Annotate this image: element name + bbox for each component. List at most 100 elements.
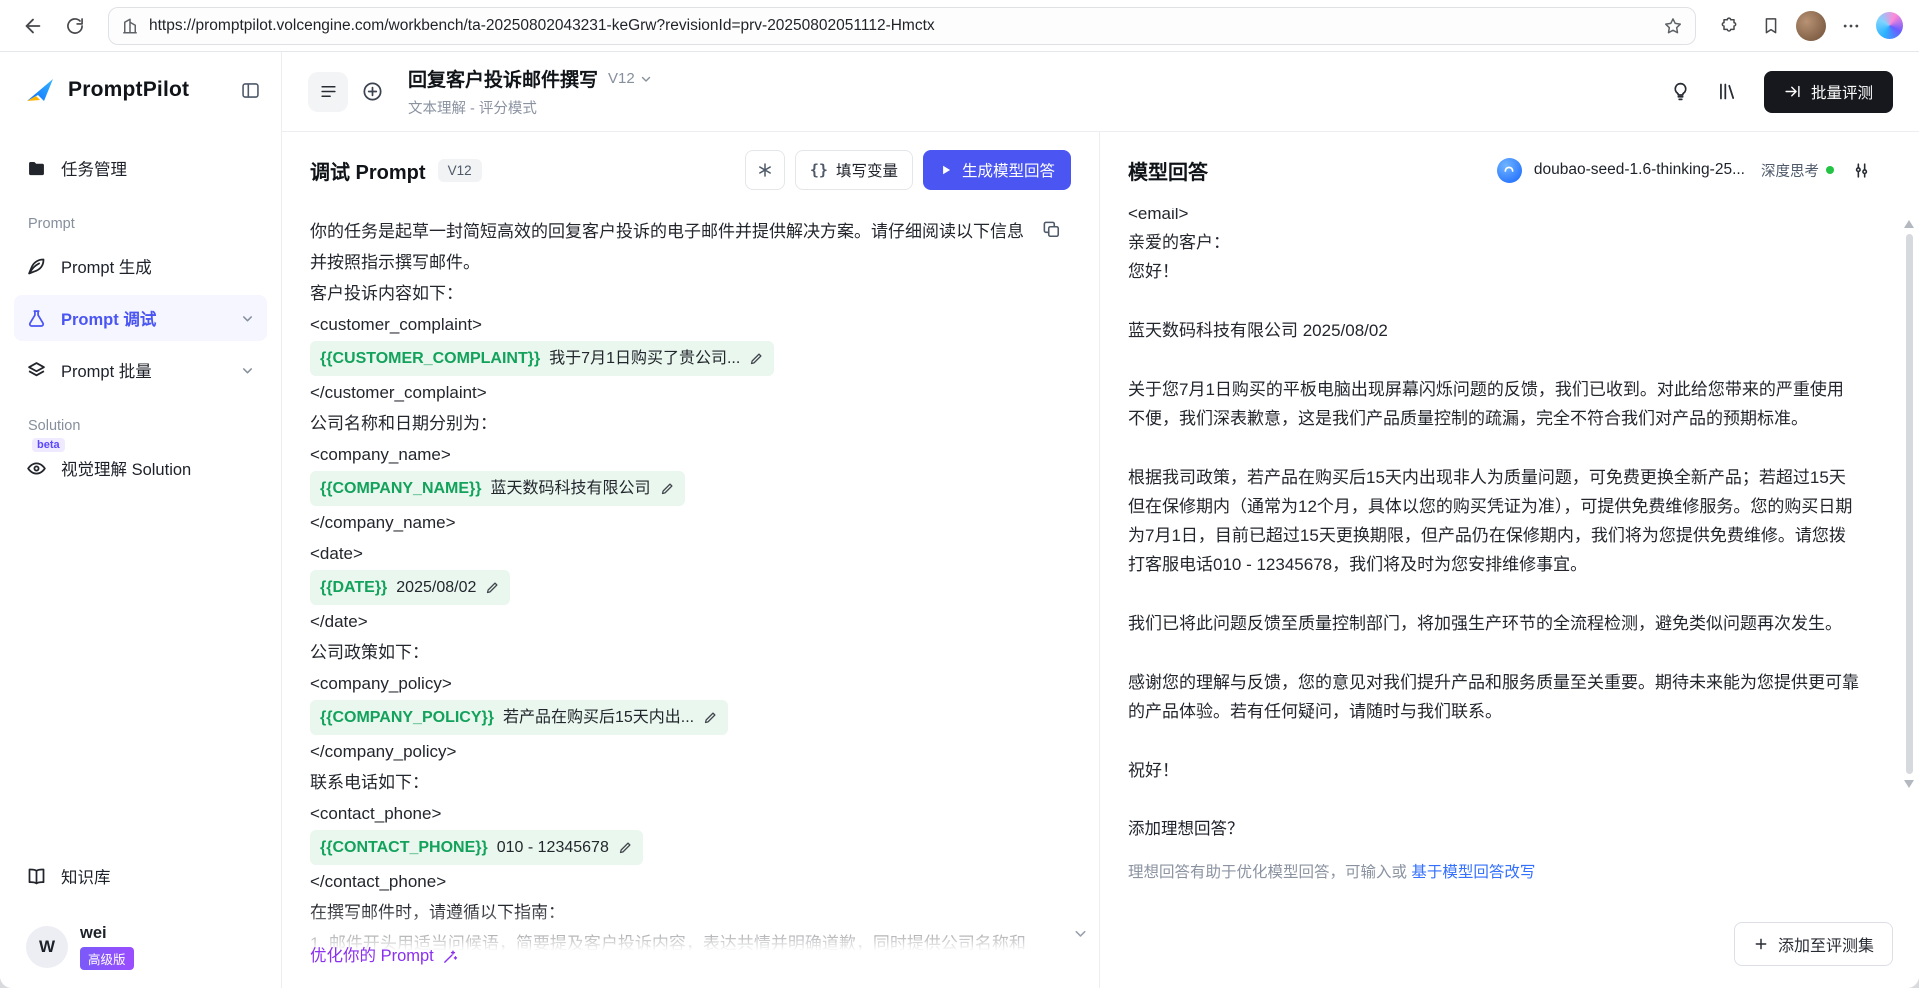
variable-value: 我于7月1日购买了贵公司... <box>549 343 740 374</box>
model-answer-text: <email>亲爱的客户：您好！ 蓝天数码科技有限公司 2025/08/02 关于您… <box>1128 208 1859 785</box>
sidebar-item-label: Prompt 调试 <box>61 306 156 330</box>
main-area: 回复客户投诉邮件撰写 V12 文本理解 - 评分模式 <box>282 52 1919 988</box>
mode-subtitle: 文本理解 - 评分模式 <box>408 97 653 118</box>
book-icon <box>26 866 47 887</box>
prompt-line: <company_name> <box>310 439 1029 470</box>
variable-name: {{COMPANY_NAME}} <box>320 473 482 504</box>
batch-eval-button[interactable]: 批量评测 <box>1764 71 1893 113</box>
version-selector[interactable]: V12 <box>608 70 653 87</box>
generate-answer-button[interactable]: 生成模型回答 <box>923 150 1071 190</box>
browser-window: https://promptpilot.volcengine.com/workb… <box>0 0 1919 988</box>
address-bar[interactable]: https://promptpilot.volcengine.com/workb… <box>108 7 1696 45</box>
model-answer-panel: 模型回答 doubao-seed-1.6-thinking-25... 深度思考 <box>1100 132 1919 988</box>
sidebar-item-prompt-debug[interactable]: Prompt 调试 <box>14 295 267 341</box>
prompt-line: </customer_complaint> <box>310 377 1029 408</box>
browser-toolbar: https://promptpilot.volcengine.com/workb… <box>0 0 1919 52</box>
ai-polish-button[interactable] <box>745 150 785 190</box>
answer-panel-header: 模型回答 doubao-seed-1.6-thinking-25... 深度思考 <box>1100 132 1919 208</box>
chevron-down-icon[interactable] <box>240 311 255 326</box>
browser-extension-icon[interactable] <box>1712 9 1746 43</box>
variable-name: {{DATE}} <box>320 572 387 603</box>
fill-variables-button[interactable]: {} 填写变量 <box>795 150 913 190</box>
site-info-icon[interactable] <box>121 17 139 35</box>
optimize-prompt-link[interactable]: 优化你的 Prompt <box>310 941 459 972</box>
sidebar-item-knowledge-base[interactable]: 知识库 <box>14 853 267 899</box>
variable-chip[interactable]: {{COMPANY_POLICY}}若产品在购买后15天内出... <box>310 700 728 735</box>
prompt-line: </company_policy> <box>310 736 1029 767</box>
sidebar-item-label: 任务管理 <box>61 156 127 180</box>
new-task-button[interactable] <box>352 72 392 112</box>
variable-chip[interactable]: {{CONTACT_PHONE}}010 - 12345678 <box>310 830 643 865</box>
prompt-editor[interactable]: 你的任务是起草一封简短高效的回复客户投诉的电子邮件并提供解决方案。请仔细阅读以下… <box>282 208 1099 988</box>
sidebar-item-vision-solution[interactable]: beta 视觉理解 Solution <box>14 445 267 491</box>
ideal-answer-hint: 理想回答有助于优化模型回答，可输入或 基于模型回答改写 <box>1128 858 1859 887</box>
prompt-line: </contact_phone> <box>310 866 1029 897</box>
scroll-down-icon[interactable] <box>1072 925 1089 942</box>
copilot-icon[interactable] <box>1876 12 1903 39</box>
scrollbar-thumb[interactable] <box>1906 234 1913 774</box>
quill-icon <box>26 256 47 277</box>
fill-variables-label: 填写变量 <box>836 159 898 181</box>
answer-scrollbar[interactable] <box>1902 220 1916 920</box>
copy-prompt-icon[interactable] <box>1042 220 1061 239</box>
sidebar: PromptPilot 任务管理 Prompt Prompt 生成 <box>0 52 282 988</box>
answer-paragraph: <email>亲爱的客户：您好！ <box>1128 208 1859 286</box>
prompt-version-badge: V12 <box>438 159 482 182</box>
browser-profile-avatar[interactable] <box>1796 11 1826 41</box>
rewrite-from-answer-link[interactable]: 基于模型回答改写 <box>1411 864 1535 881</box>
model-name[interactable]: doubao-seed-1.6-thinking-25... <box>1534 161 1745 179</box>
layers-icon <box>26 360 47 381</box>
prompt-line: </company_name> <box>310 507 1029 538</box>
menu-hamburger-button[interactable] <box>308 72 348 112</box>
ideal-answer-title: 添加理想回答？ <box>1128 815 1859 844</box>
chevron-down-icon[interactable] <box>240 363 255 378</box>
scroll-up-icon <box>1904 220 1914 228</box>
variable-chip[interactable]: {{DATE}} 2025/08/02 <box>310 570 510 605</box>
browser-menu-icon[interactable] <box>1834 9 1868 43</box>
prompt-line: 你的任务是起草一封简短高效的回复客户投诉的电子邮件并提供解决方案。请仔细阅读以下… <box>310 216 1029 278</box>
plan-badge: 高级版 <box>80 947 134 970</box>
variable-chip[interactable]: {{COMPANY_NAME}} 蓝天数码科技有限公司 <box>310 471 685 506</box>
edit-variable-icon[interactable] <box>485 580 500 595</box>
user-profile[interactable]: W wei 高级版 <box>0 910 281 970</box>
answer-paragraph: 祝好！ <box>1128 756 1859 785</box>
prompt-line: 联系电话如下： <box>310 767 1029 798</box>
status-dot <box>1826 166 1834 174</box>
model-selector-row: doubao-seed-1.6-thinking-25... 深度思考 <box>1497 158 1891 183</box>
edit-variable-icon[interactable] <box>618 840 633 855</box>
edit-variable-icon[interactable] <box>749 351 764 366</box>
sidebar-item-label: Prompt 生成 <box>61 254 152 278</box>
edit-variable-icon[interactable] <box>660 481 675 496</box>
favorites-icon[interactable] <box>1754 9 1788 43</box>
library-icon[interactable] <box>1717 81 1738 102</box>
add-to-eval-button[interactable]: 添加至评测集 <box>1734 922 1893 966</box>
answer-paragraph: 感谢您的理解与反馈，您的意见对我们提升产品和服务质量至关重要。期待未来能为您提供… <box>1128 668 1859 726</box>
prompt-line-variable: {{COMPANY_NAME}} 蓝天数码科技有限公司 <box>310 470 1029 507</box>
idea-icon[interactable] <box>1670 81 1691 102</box>
prompt-debug-panel: 调试 Prompt V12 {} 填写变量 <box>282 132 1100 988</box>
sidebar-item-prompt-batch[interactable]: Prompt 批量 <box>14 347 267 393</box>
edit-variable-icon[interactable] <box>703 710 718 725</box>
sidebar-item-task-management[interactable]: 任务管理 <box>14 145 267 191</box>
collapse-sidebar-icon[interactable] <box>240 80 261 101</box>
title-block: 回复客户投诉邮件撰写 V12 文本理解 - 评分模式 <box>408 65 653 118</box>
page-title: 回复客户投诉邮件撰写 <box>408 65 598 92</box>
sidebar-item-label: Prompt 批量 <box>61 358 152 382</box>
variable-value: 蓝天数码科技有限公司 <box>491 473 651 504</box>
answer-paragraph: 根据我司政策，若产品在购买后15天内出现非人为质量问题，可免费更换全新产品；若超… <box>1128 463 1859 579</box>
model-settings-icon[interactable] <box>1852 161 1871 180</box>
sidebar-item-prompt-generate[interactable]: Prompt 生成 <box>14 243 267 289</box>
flask-icon <box>26 308 47 329</box>
variable-chip[interactable]: {{CUSTOMER_COMPLAINT}}我于7月1日购买了贵公司... <box>310 341 774 376</box>
prompt-panel-header: 调试 Prompt V12 {} 填写变量 <box>282 132 1099 208</box>
prompt-line: <company_policy> <box>310 668 1029 699</box>
batch-eval-label: 批量评测 <box>1811 81 1873 103</box>
refresh-button[interactable] <box>58 9 92 43</box>
answer-paragraph: 蓝天数码科技有限公司 2025/08/02 <box>1128 316 1859 345</box>
bookmark-star-icon[interactable] <box>1663 16 1683 36</box>
back-button[interactable] <box>16 9 50 43</box>
variable-value: 2025/08/02 <box>396 572 476 603</box>
answer-paragraph: 关于您7月1日购买的平板电脑出现屏幕闪烁问题的反馈，我们已收到。对此给您带来的严… <box>1128 375 1859 433</box>
prompt-line: <contact_phone> <box>310 798 1029 829</box>
prompt-line-variable: {{DATE}} 2025/08/02 <box>310 569 1029 606</box>
